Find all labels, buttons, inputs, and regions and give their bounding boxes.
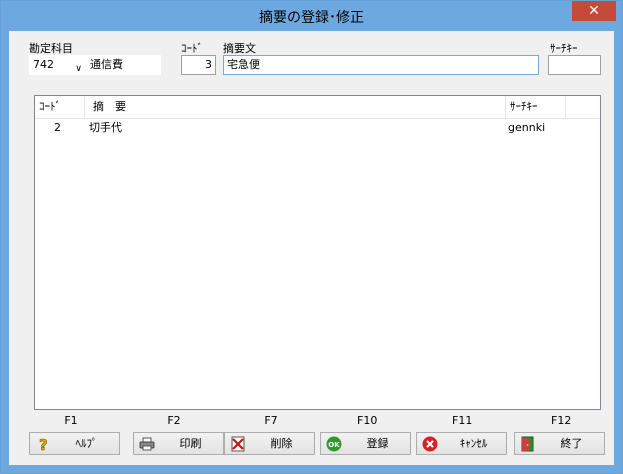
print-button[interactable]: 印刷 [133,432,224,455]
cancel-icon [422,436,438,452]
close-button[interactable]: ✕ [572,1,616,21]
table-row[interactable]: 2 切手代 gennki [35,119,600,137]
column-header-search-key[interactable]: ｻｰﾁｷｰ [506,96,566,118]
window-title: 摘要の登録･修正 [259,10,364,26]
summary-label: 摘要文 [223,42,256,55]
account-code-value: 742 [33,58,54,71]
title-bar[interactable]: 摘要の登録･修正 ✕ [1,1,622,31]
fkey-label-f7: F7 [264,414,278,427]
row-search-key: gennki [508,121,546,134]
exit-button[interactable]: 終了 [514,432,605,455]
column-header-code[interactable]: ｺｰﾄﾞ [35,96,85,118]
help-button-label: ﾍﾙﾌﾟ [75,437,98,450]
chevron-down-icon: ∨ [75,64,82,74]
column-header-summary[interactable]: 摘 要 [85,96,506,118]
help-icon: ? [39,436,48,452]
ok-icon: OK [326,436,342,452]
code-input[interactable]: 3 [181,55,216,75]
list-header: ｺｰﾄﾞ 摘 要 ｻｰﾁｷｰ [35,96,600,119]
cancel-button[interactable]: ｷｬﾝｾﾙ [416,432,507,455]
fkey-label-f12: F12 [551,414,572,427]
code-label: ｺｰﾄﾞ [181,42,203,55]
row-code: 2 [54,121,61,134]
fkey-label-f1: F1 [64,414,78,427]
account-label: 勘定科目 [29,42,73,55]
cancel-button-label: ｷｬﾝｾﾙ [459,437,488,450]
exit-icon [521,436,534,452]
register-button[interactable]: OK 登録 [320,432,411,455]
dialog-body: 勘定科目 742 ∨ 通信費 ｺｰﾄﾞ 3 摘要文 宅急便 ｻｰﾁｷｰ ｺｰﾄﾞ… [9,31,614,465]
fkey-label-f10: F10 [357,414,378,427]
account-code-select[interactable]: 742 ∨ [29,55,86,75]
fkey-label-f11: F11 [452,414,473,427]
fkey-label-f2: F2 [167,414,181,427]
dialog-window: 摘要の登録･修正 ✕ 勘定科目 742 ∨ 通信費 ｺｰﾄﾞ 3 摘要文 宅急便… [0,0,623,474]
print-button-label: 印刷 [179,437,202,450]
account-name-field: 通信費 [86,55,161,75]
summary-input[interactable]: 宅急便 [223,55,539,75]
delete-button-label: 削除 [270,437,293,450]
exit-button-label: 終了 [560,437,583,450]
row-summary: 切手代 [89,121,122,134]
search-key-input[interactable] [548,55,601,75]
register-button-label: 登録 [366,437,389,450]
summary-list[interactable]: ｺｰﾄﾞ 摘 要 ｻｰﾁｷｰ 2 切手代 gennki [34,95,601,410]
help-button[interactable]: ? ﾍﾙﾌﾟ [29,432,120,455]
search-key-label: ｻｰﾁｷｰ [550,42,578,55]
delete-icon [231,436,245,452]
svg-text:OK: OK [328,441,340,449]
svg-text:?: ? [39,436,48,452]
delete-button[interactable]: 削除 [224,432,315,455]
printer-icon [139,437,155,451]
